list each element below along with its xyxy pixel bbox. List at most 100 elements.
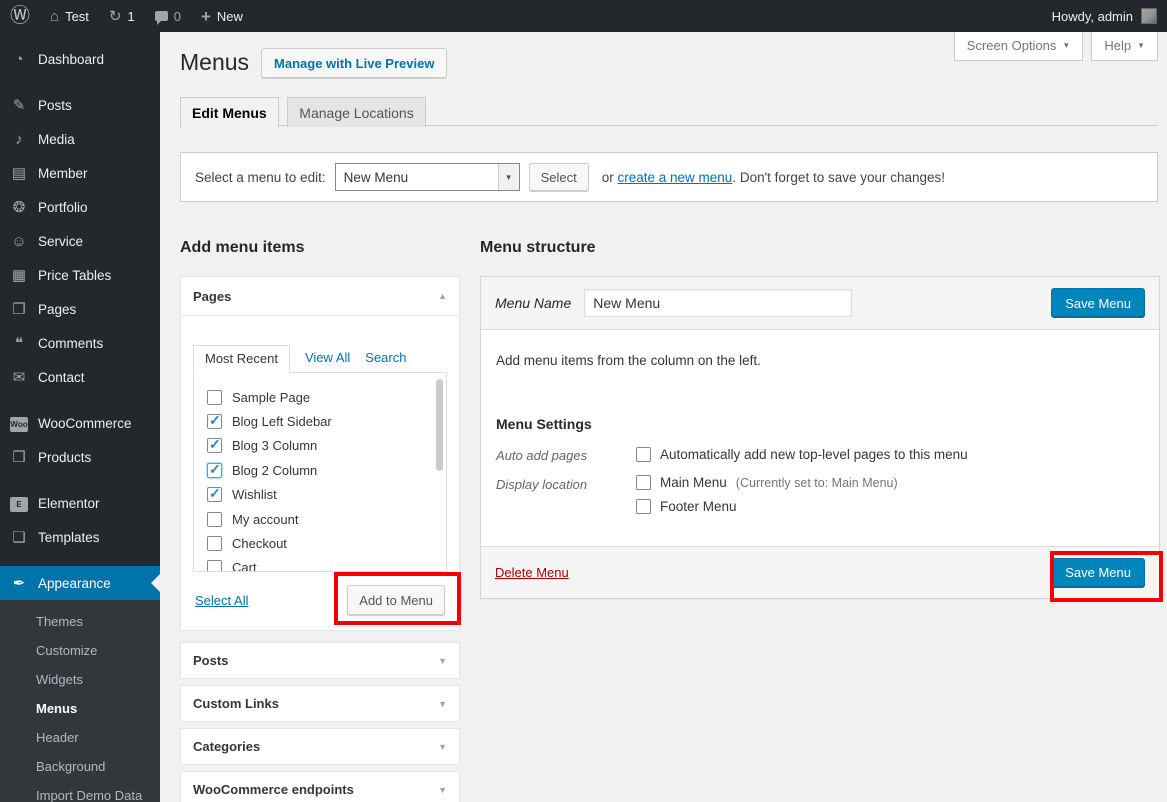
- submenu-item-header[interactable]: Header: [0, 723, 160, 752]
- create-new-menu-link[interactable]: create a new menu: [618, 170, 733, 185]
- select-all-link[interactable]: Select All: [195, 593, 248, 608]
- sidebar-item-woocommerce[interactable]: WooWooCommerce: [0, 406, 160, 440]
- page-item-checkbox[interactable]: [207, 512, 222, 527]
- sidebar-item-appearance[interactable]: ✒Appearance: [0, 566, 160, 600]
- page-item-checkbox[interactable]: [207, 463, 222, 478]
- page-item-checkbox[interactable]: [207, 414, 222, 429]
- page-checklist-item[interactable]: Sample Page: [207, 385, 446, 409]
- site-link[interactable]: ⌂ Test: [40, 0, 99, 32]
- sidebar-item-label: Dashboard: [38, 52, 104, 67]
- page-item-checkbox[interactable]: [207, 438, 222, 453]
- sidebar-item-label: Media: [38, 132, 75, 147]
- wordpress-logo-menu[interactable]: Ⓦ: [0, 0, 40, 32]
- submenu-item-widgets[interactable]: Widgets: [0, 665, 160, 694]
- submenu-item-menus[interactable]: Menus: [0, 694, 160, 723]
- location-checkbox[interactable]: [636, 499, 651, 514]
- save-menu-button-top[interactable]: Save Menu: [1051, 288, 1145, 318]
- submenu-item-themes[interactable]: Themes: [0, 607, 160, 636]
- submenu-item-import-demo-data[interactable]: Import Demo Data: [0, 781, 160, 802]
- menu-name-input[interactable]: [584, 289, 852, 317]
- products-icon: ❒: [9, 448, 29, 466]
- sidebar-item-products[interactable]: ❒Products: [0, 440, 160, 474]
- accordion-title: WooCommerce endpoints: [193, 782, 354, 797]
- page-checklist-item[interactable]: Blog Left Sidebar: [207, 409, 446, 433]
- admin-bar-right: Howdy, admin: [1052, 0, 1167, 32]
- sidebar-item-label: Price Tables: [38, 268, 111, 283]
- accordion-categories[interactable]: Categories▼: [180, 728, 460, 765]
- appearance-submenu: ThemesCustomizeWidgetsMenusHeaderBackgro…: [0, 600, 160, 802]
- location-checkbox[interactable]: [636, 475, 651, 490]
- tab-view-all[interactable]: View All: [305, 350, 350, 372]
- menu-select-dropdown[interactable]: New Menu ▼: [335, 163, 520, 191]
- sidebar-item-portfolio[interactable]: ❂Portfolio: [0, 190, 160, 224]
- page-item-label: Blog 2 Column: [232, 463, 317, 478]
- page-item-checkbox[interactable]: [207, 487, 222, 502]
- submenu-item-customize[interactable]: Customize: [0, 636, 160, 665]
- sidebar-item-label: Templates: [38, 530, 100, 545]
- select-menu-label: Select a menu to edit:: [195, 170, 326, 185]
- sidebar-item-dashboard[interactable]: ◔Dashboard: [0, 42, 160, 76]
- page-item-checkbox[interactable]: [207, 560, 222, 572]
- accordion-posts[interactable]: Posts▼: [180, 642, 460, 679]
- display-location-option-footer-menu[interactable]: Footer Menu: [636, 499, 898, 514]
- sidebar-item-comments[interactable]: ❝Comments: [0, 326, 160, 360]
- auto-add-checkbox[interactable]: [636, 447, 651, 462]
- select-arrow-icon: ▼: [498, 164, 519, 190]
- page-item-label: Wishlist: [232, 487, 277, 502]
- elementor-icon: E: [9, 494, 29, 512]
- sidebar-item-templates[interactable]: ❏Templates: [0, 520, 160, 554]
- howdy-text[interactable]: Howdy, admin: [1052, 9, 1133, 24]
- tab-edit-menus[interactable]: Edit Menus: [180, 97, 279, 128]
- display-location-option-main-menu[interactable]: Main Menu(Currently set to: Main Menu): [636, 475, 898, 490]
- page-item-checkbox[interactable]: [207, 536, 222, 551]
- nav-tabs: Edit Menus Manage Locations: [180, 96, 1158, 126]
- screen-options-button[interactable]: Screen Options ▼: [954, 32, 1084, 61]
- comment-bubble-icon: [155, 11, 168, 21]
- tab-manage-locations[interactable]: Manage Locations: [287, 97, 425, 127]
- delete-menu-link[interactable]: Delete Menu: [495, 565, 569, 580]
- sidebar-item-contact[interactable]: ✉Contact: [0, 360, 160, 394]
- help-button[interactable]: Help ▼: [1091, 32, 1158, 61]
- page-checklist-item[interactable]: Blog 3 Column: [207, 434, 446, 458]
- auto-add-pages-option[interactable]: Automatically add new top-level pages to…: [636, 446, 968, 463]
- posts-icon: ✎: [9, 96, 29, 114]
- page-checklist-item[interactable]: My account: [207, 507, 446, 531]
- user-avatar[interactable]: [1141, 8, 1157, 24]
- sidebar-item-label: Appearance: [38, 576, 111, 591]
- accordion-woocommerce-endpoints[interactable]: WooCommerce endpoints▼: [180, 771, 460, 802]
- new-content-menu[interactable]: + New: [191, 0, 253, 32]
- add-to-menu-button[interactable]: Add to Menu: [347, 585, 445, 615]
- contact-icon: ✉: [9, 368, 29, 386]
- tab-most-recent[interactable]: Most Recent: [193, 345, 290, 373]
- sidebar-item-elementor[interactable]: EElementor: [0, 486, 160, 520]
- empty-menu-hint: Add menu items from the column on the le…: [496, 353, 1144, 368]
- sidebar-item-media[interactable]: ♪ Media: [0, 122, 160, 156]
- sidebar-item-member[interactable]: ▤Member: [0, 156, 160, 190]
- page-checklist-item[interactable]: Wishlist: [207, 483, 446, 507]
- sidebar-item-price-tables[interactable]: ▦Price Tables: [0, 258, 160, 292]
- sidebar-item-pages[interactable]: ❐Pages: [0, 292, 160, 326]
- accordion-custom-links[interactable]: Custom Links▼: [180, 685, 460, 722]
- page-checklist-item[interactable]: Checkout: [207, 531, 446, 555]
- submenu-item-background[interactable]: Background: [0, 752, 160, 781]
- sidebar-item-service[interactable]: ☺Service: [0, 224, 160, 258]
- sidebar-item-label: Posts: [38, 98, 72, 113]
- plus-icon: +: [201, 8, 211, 25]
- woocommerce-icon: Woo: [9, 414, 29, 432]
- page-item-checkbox[interactable]: [207, 390, 222, 405]
- page-checklist-item[interactable]: Cart: [207, 556, 446, 572]
- tab-search[interactable]: Search: [365, 350, 406, 372]
- media-icon: ♪: [9, 131, 29, 148]
- sidebar-item-posts[interactable]: ✎ Posts: [0, 88, 160, 122]
- page-checklist-item[interactable]: Blog 2 Column: [207, 458, 446, 482]
- chevron-down-icon: ▼: [1137, 41, 1145, 50]
- pages-accordion-header[interactable]: Pages ▲: [180, 276, 460, 316]
- scrollbar-thumb[interactable]: [436, 379, 443, 471]
- or-create-text: or create a new menu. Don't forget to sa…: [602, 170, 945, 185]
- comments-link[interactable]: 0: [145, 0, 191, 32]
- updates-count: 1: [127, 9, 134, 24]
- manage-live-preview-button[interactable]: Manage with Live Preview: [261, 48, 447, 78]
- select-button[interactable]: Select: [529, 163, 589, 191]
- save-menu-button-bottom[interactable]: Save Menu: [1051, 558, 1145, 588]
- updates-link[interactable]: ↻ 1: [99, 0, 145, 32]
